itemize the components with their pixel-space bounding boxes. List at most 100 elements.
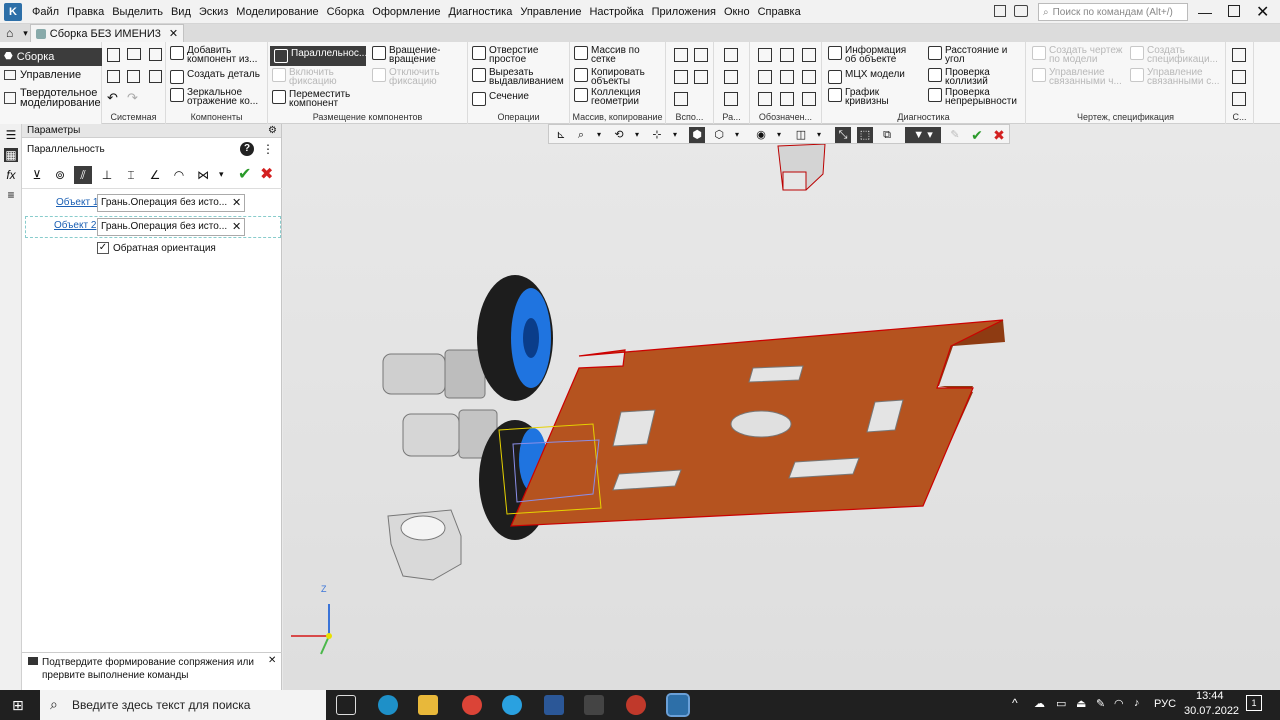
edge-browser-icon[interactable] bbox=[378, 695, 398, 715]
menu-settings[interactable]: Настройка bbox=[585, 6, 647, 18]
command-search-input[interactable]: ⌕ Поиск по командам (Alt+/) bbox=[1038, 3, 1188, 21]
close-tab-icon[interactable]: ✕ bbox=[169, 27, 178, 40]
extrude-cut-button[interactable]: Вырезать выдавливанием bbox=[472, 68, 564, 87]
edit-icon[interactable]: ✎ bbox=[1096, 697, 1105, 710]
menu-select[interactable]: Выделить bbox=[108, 6, 167, 18]
mirror-component-button[interactable]: Зеркальное отражение ко... bbox=[170, 88, 258, 107]
position-icon[interactable] bbox=[802, 70, 816, 84]
cancel-icon[interactable]: ✖ bbox=[260, 164, 273, 184]
section-button[interactable]: Сечение bbox=[472, 92, 529, 106]
auxiliary-plane-icon[interactable] bbox=[674, 48, 688, 62]
angle-dimension-icon[interactable] bbox=[724, 70, 738, 84]
extra-tool-3-icon[interactable] bbox=[1232, 92, 1246, 106]
clock-date[interactable]: 30.07.2022 bbox=[1184, 705, 1239, 717]
collision-check-button[interactable]: Проверка коллизий bbox=[928, 68, 990, 87]
select-filter-icon[interactable]: ⬚ bbox=[857, 127, 873, 143]
home-icon[interactable]: ⌂ bbox=[6, 26, 13, 40]
move-component-button[interactable]: Переместить компонент bbox=[272, 90, 350, 109]
save-icon[interactable] bbox=[149, 48, 162, 61]
extra-tool-icon[interactable] bbox=[1232, 48, 1246, 62]
menu-help[interactable]: Справка bbox=[754, 6, 805, 18]
confirm-icon[interactable]: ✔ bbox=[238, 164, 251, 184]
auxiliary-line-icon[interactable] bbox=[674, 92, 688, 106]
clear-object2-icon[interactable]: ✕ bbox=[232, 220, 241, 233]
copy-objects-button[interactable]: Копировать объекты bbox=[574, 68, 645, 87]
undo-icon[interactable]: ↶ bbox=[107, 90, 118, 106]
rotate-chevron-icon[interactable]: ▾ bbox=[629, 127, 645, 143]
menu-view[interactable]: Вид bbox=[167, 6, 195, 18]
snap-icon[interactable]: ⤡ bbox=[835, 127, 851, 143]
tolerance-icon[interactable] bbox=[780, 70, 794, 84]
parallel-button[interactable]: Параллельнос... bbox=[270, 46, 367, 66]
visibility-chevron-icon[interactable]: ▾ bbox=[771, 127, 787, 143]
dimension-icon[interactable] bbox=[724, 48, 738, 62]
battery-icon[interactable]: ▭ bbox=[1056, 697, 1066, 710]
apply-icon[interactable]: ✔ bbox=[969, 127, 985, 143]
restore-icon[interactable] bbox=[1228, 5, 1240, 17]
auxiliary-point-icon[interactable] bbox=[674, 70, 688, 84]
add-component-button[interactable]: Добавить компонент из... bbox=[170, 46, 257, 65]
chrome-icon[interactable] bbox=[462, 695, 482, 715]
menu-manage[interactable]: Управление bbox=[516, 6, 585, 18]
more-mates-chevron-icon[interactable]: ▾ bbox=[219, 169, 224, 180]
usb-icon[interactable]: ⏏ bbox=[1076, 697, 1086, 710]
zoom-icon[interactable]: ⌕ bbox=[573, 127, 589, 143]
manage-linked-drawings-button[interactable]: Управление связанными ч... bbox=[1032, 68, 1122, 87]
word-icon[interactable] bbox=[544, 695, 564, 715]
menu-window[interactable]: Окно bbox=[720, 6, 754, 18]
redo-icon[interactable]: ↷ bbox=[127, 90, 138, 106]
discard-icon[interactable]: ✖ bbox=[991, 127, 1007, 143]
symbol-icon[interactable] bbox=[802, 92, 816, 106]
windows-start-icon[interactable]: ⊞ bbox=[12, 697, 24, 714]
create-drawing-button[interactable]: Создать чертеж по модели bbox=[1032, 46, 1123, 65]
roughness-icon[interactable] bbox=[780, 48, 794, 62]
minimize-icon[interactable]: — bbox=[1198, 4, 1212, 20]
close-hint-icon[interactable]: ✕ bbox=[268, 655, 276, 666]
variables-icon[interactable]: fx bbox=[4, 168, 18, 182]
axis-orientation-icon[interactable]: ⊹ bbox=[649, 127, 665, 143]
print-icon[interactable] bbox=[107, 70, 120, 83]
extra-tool-2-icon[interactable] bbox=[1232, 70, 1246, 84]
media-app-icon[interactable] bbox=[626, 695, 646, 715]
chevron-up-icon[interactable]: ^ bbox=[1012, 696, 1018, 710]
create-specification-button[interactable]: Создать спецификаци... bbox=[1130, 46, 1218, 65]
display-chevron-icon[interactable]: ▾ bbox=[729, 127, 745, 143]
menu-sketch[interactable]: Эскиз bbox=[195, 6, 232, 18]
simple-hole-button[interactable]: Отверстие простое bbox=[472, 46, 538, 65]
visibility-icon[interactable]: ◉ bbox=[753, 127, 769, 143]
parallel-mate-icon[interactable]: ⫽ bbox=[74, 166, 92, 184]
rotation-rotation-button[interactable]: Вращение- вращение bbox=[372, 46, 440, 65]
continuity-check-button[interactable]: Проверка непрерывности bbox=[928, 88, 1017, 107]
volume-icon[interactable]: ♪ bbox=[1134, 697, 1140, 709]
symmetry-icon[interactable]: ⋈ bbox=[194, 166, 212, 184]
menu-file[interactable]: Файл bbox=[28, 6, 63, 18]
concentric-icon[interactable]: ⊚ bbox=[51, 166, 69, 184]
section-view-icon[interactable]: ◫ bbox=[793, 127, 809, 143]
wireframe-view-icon[interactable]: ⬡ bbox=[711, 127, 727, 143]
mass-properties-button[interactable]: МЦХ модели bbox=[828, 70, 905, 84]
toolbar-set-solid[interactable]: Твердотельное моделирование bbox=[4, 88, 101, 109]
layers-icon[interactable]: ≡ bbox=[4, 188, 18, 202]
taskbar-search-input[interactable]: ⌕ Введите здесь текст для поиска bbox=[40, 690, 326, 720]
shaded-view-icon[interactable]: ⬢ bbox=[689, 127, 705, 143]
tab-assembly-document[interactable]: Сборка БЕЗ ИМЕНИ3 ✕ bbox=[29, 24, 185, 42]
disabled-tool-icon[interactable]: ✎ bbox=[947, 127, 963, 143]
perpendicular-icon[interactable]: ⊥ bbox=[98, 166, 116, 184]
cloud-icon[interactable]: ☁ bbox=[1034, 697, 1045, 710]
object2-label[interactable]: Объект 2 bbox=[54, 220, 96, 231]
orient-icon[interactable]: ⊾ bbox=[553, 127, 569, 143]
create-part-button[interactable]: Создать деталь bbox=[170, 70, 260, 84]
distance-mate-icon[interactable]: ⌶ bbox=[122, 166, 140, 184]
filter-icon[interactable]: ▼ ▾ bbox=[905, 127, 941, 143]
top-bracket[interactable] bbox=[777, 143, 826, 191]
app-logo-icon[interactable]: K bbox=[4, 2, 22, 21]
toolbar-set-assembly[interactable]: ⬣ Сборка bbox=[0, 48, 102, 66]
auxiliary-cs-icon[interactable] bbox=[694, 70, 708, 84]
menu-edit[interactable]: Правка bbox=[63, 6, 108, 18]
file-explorer-icon[interactable] bbox=[418, 695, 438, 715]
manage-linked-specs-button[interactable]: Управление связанными с... bbox=[1130, 68, 1220, 87]
object1-label[interactable]: Объект 1 bbox=[56, 197, 98, 208]
enable-fixation-button[interactable]: Включить фиксацию bbox=[272, 68, 337, 87]
orientation-chevron-icon[interactable]: ▾ bbox=[667, 127, 683, 143]
geometry-collection-button[interactable]: Коллекция геометрии bbox=[574, 88, 641, 107]
